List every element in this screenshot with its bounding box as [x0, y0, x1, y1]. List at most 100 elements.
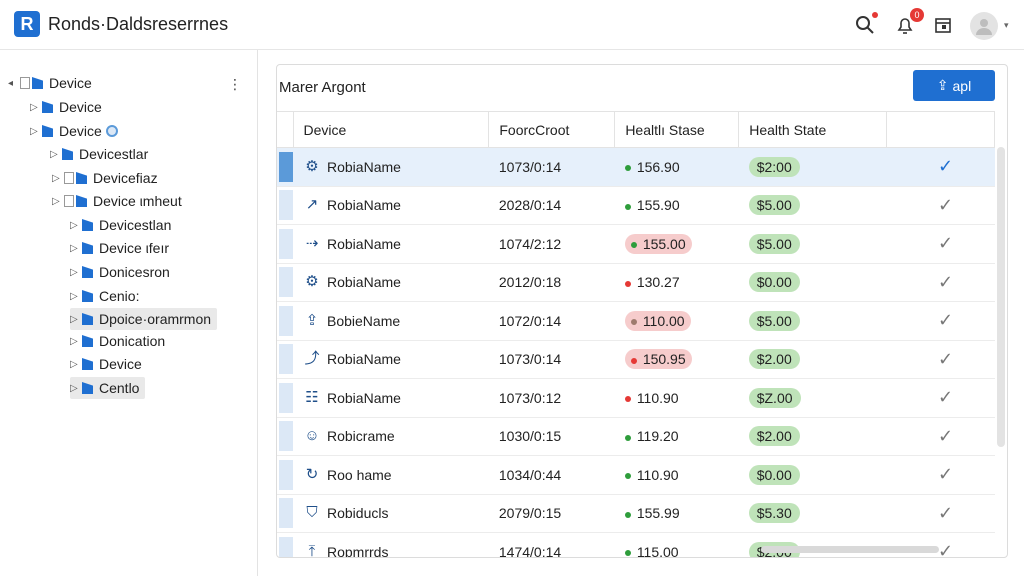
- chevron-right-icon[interactable]: ▷: [70, 383, 82, 394]
- chevron-right-icon[interactable]: ▷: [70, 336, 82, 347]
- checkmark-icon[interactable]: ✓: [886, 417, 995, 456]
- tree-item[interactable]: ▷ Donication: [70, 330, 165, 352]
- checkmark-icon[interactable]: ✓: [886, 224, 995, 264]
- checkbox[interactable]: [20, 77, 30, 89]
- chevron-down-icon[interactable]: ◂: [8, 78, 20, 89]
- health-cell: 155.00: [614, 224, 739, 264]
- tree-item[interactable]: ▷ Device: [30, 120, 118, 142]
- row-selector[interactable]: [277, 301, 293, 341]
- device-name: BobieName: [327, 312, 401, 329]
- tree-item[interactable]: ▷ Centlo: [70, 377, 146, 399]
- row-selector[interactable]: [277, 263, 293, 302]
- column-header-check[interactable]: [886, 111, 995, 148]
- row-selector[interactable]: [277, 455, 293, 495]
- tree-item[interactable]: ▷ Device: [70, 353, 142, 375]
- row-selector-bar: [279, 459, 293, 490]
- device-name: RobiaName: [327, 235, 401, 252]
- price-cell: $2.00: [738, 340, 887, 379]
- search-icon[interactable]: [852, 12, 878, 38]
- device-cell: ⛉ Robiducls: [293, 494, 489, 533]
- tree-item[interactable]: ▷ Donicesron: [70, 261, 170, 283]
- price-cell: $Z.00: [738, 378, 887, 418]
- row-selector-bar: [279, 190, 293, 221]
- apply-button[interactable]: ⇪ apl: [913, 70, 995, 101]
- chevron-right-icon[interactable]: ▷: [50, 149, 62, 160]
- tree-item[interactable]: ▷ Device ιfeır: [70, 237, 169, 259]
- row-selector[interactable]: [277, 224, 293, 264]
- price-badge: $5.00: [748, 233, 800, 254]
- checkmark-icon[interactable]: ✓: [886, 378, 995, 418]
- row-selector[interactable]: [277, 417, 293, 456]
- vertical-scrollbar[interactable]: [997, 147, 1005, 447]
- health-cell: 155.99: [614, 494, 739, 533]
- row-selector[interactable]: [277, 186, 293, 225]
- health-value-wrap: 110.90: [624, 467, 679, 483]
- app-logo[interactable]: R: [14, 11, 40, 37]
- checkmark-icon[interactable]: ✓: [886, 455, 995, 495]
- table-row[interactable]: ☷ RobiaName 1073/0:12 110.90 $Z.00 ✓: [277, 378, 995, 418]
- chevron-right-icon[interactable]: ▷: [30, 102, 42, 113]
- row-selector[interactable]: [277, 494, 293, 533]
- table-row[interactable]: ↗ RobiaName 2028/0:14 155.90 $5.00 ✓: [277, 186, 995, 225]
- horizontal-scrollbar[interactable]: [761, 546, 939, 553]
- table-row[interactable]: ⇢ RobiaName 1074/2:12 155.00 $5.00 ✓: [277, 224, 995, 264]
- health-value: 119.20: [636, 428, 679, 445]
- table-row[interactable]: ⚙ RobiaName 2012/0:18 130.27 $0.00 ✓: [277, 263, 995, 302]
- calendar-icon[interactable]: [930, 12, 956, 38]
- row-selector[interactable]: [277, 532, 293, 557]
- table-row[interactable]: ↻ Roo hame 1034/0:44 110.90 $0.00 ✓: [277, 455, 995, 495]
- device-cell: ⤴ RobiaName: [293, 340, 489, 379]
- health-value: 130.27: [636, 274, 680, 291]
- chevron-right-icon[interactable]: ▷: [30, 126, 42, 137]
- notification-badge: 0: [910, 8, 924, 22]
- chevron-right-icon[interactable]: ▷: [52, 196, 64, 207]
- chevron-right-icon[interactable]: ▷: [70, 291, 82, 302]
- tree-item[interactable]: ▷ Devicefiaz: [52, 167, 158, 189]
- checkbox[interactable]: [64, 172, 74, 184]
- table-row[interactable]: ⇪ BobieName 1072/0:14 110.00 $5.00 ✓: [277, 301, 995, 341]
- tree-item-label: Cenio:: [99, 288, 140, 304]
- row-selector[interactable]: [277, 147, 293, 187]
- column-header-health-state-2[interactable]: Health State: [738, 111, 888, 148]
- price-badge: $0.00: [748, 464, 800, 485]
- chevron-right-icon[interactable]: ▷: [70, 314, 82, 325]
- tree-item[interactable]: ▷ Devicestlan: [70, 214, 171, 236]
- user-avatar-icon[interactable]: [970, 12, 998, 40]
- more-options-icon[interactable]: ⋮: [228, 76, 242, 93]
- row-selector[interactable]: [277, 340, 293, 379]
- table-row[interactable]: ⛉ Robiducls 2079/0:15 155.99 $5.30 ✓: [277, 494, 995, 533]
- checkmark-icon[interactable]: ✓: [886, 340, 995, 379]
- top-bar: R Ronds·Daldsreserrnes 0 ▾: [0, 0, 1024, 50]
- checkmark-icon[interactable]: ✓: [886, 147, 995, 187]
- row-selector[interactable]: [277, 378, 293, 418]
- health-cell: 130.27: [614, 263, 739, 302]
- table-row[interactable]: ⤴ RobiaName 1073/0:14 150.95 $2.00 ✓: [277, 340, 995, 379]
- table-row[interactable]: ⚙ RobiaName 1073/0:14 156.90 $2:00 ✓: [277, 147, 995, 187]
- tree-item[interactable]: ◂ Device: [8, 72, 92, 94]
- chevron-right-icon[interactable]: ▷: [70, 220, 82, 231]
- device-cell: ↻ Roo hame: [293, 455, 489, 495]
- column-header-health-state[interactable]: Healtlı Stase: [614, 111, 740, 148]
- table-row[interactable]: ☺ Robicrame 1030/0:15 119.20 $2.00 ✓: [277, 417, 995, 456]
- checkmark-icon[interactable]: ✓: [886, 263, 995, 302]
- row-selector-bar: [279, 305, 293, 336]
- device-name: Robiducls: [327, 505, 389, 522]
- checkbox[interactable]: [64, 195, 74, 207]
- checkmark-icon[interactable]: ✓: [886, 186, 995, 225]
- column-header-forecast[interactable]: FoorcCroot: [488, 111, 616, 148]
- chevron-down-icon[interactable]: ▾: [1004, 20, 1009, 31]
- checkmark-icon[interactable]: ✓: [886, 494, 995, 533]
- chevron-right-icon[interactable]: ▷: [70, 267, 82, 278]
- chevron-right-icon[interactable]: ▷: [52, 173, 64, 184]
- tree-item[interactable]: ▷ Device: [30, 96, 102, 118]
- notification-bell-icon[interactable]: 0: [892, 8, 924, 38]
- tree-item[interactable]: ▷ Cenio:: [70, 285, 139, 307]
- column-header-device[interactable]: Device: [293, 111, 490, 148]
- tree-item[interactable]: ▷ Devicestlar: [50, 143, 148, 165]
- tree-item-selected[interactable]: ▷ Dpoice·oramrmon: [70, 308, 218, 330]
- tree-item[interactable]: ▷ Device ιmheut: [52, 190, 182, 212]
- chevron-right-icon[interactable]: ▷: [70, 359, 82, 370]
- checkmark-icon[interactable]: ✓: [886, 301, 995, 341]
- price-badge: $5.30: [748, 503, 800, 524]
- chevron-right-icon[interactable]: ▷: [70, 243, 82, 254]
